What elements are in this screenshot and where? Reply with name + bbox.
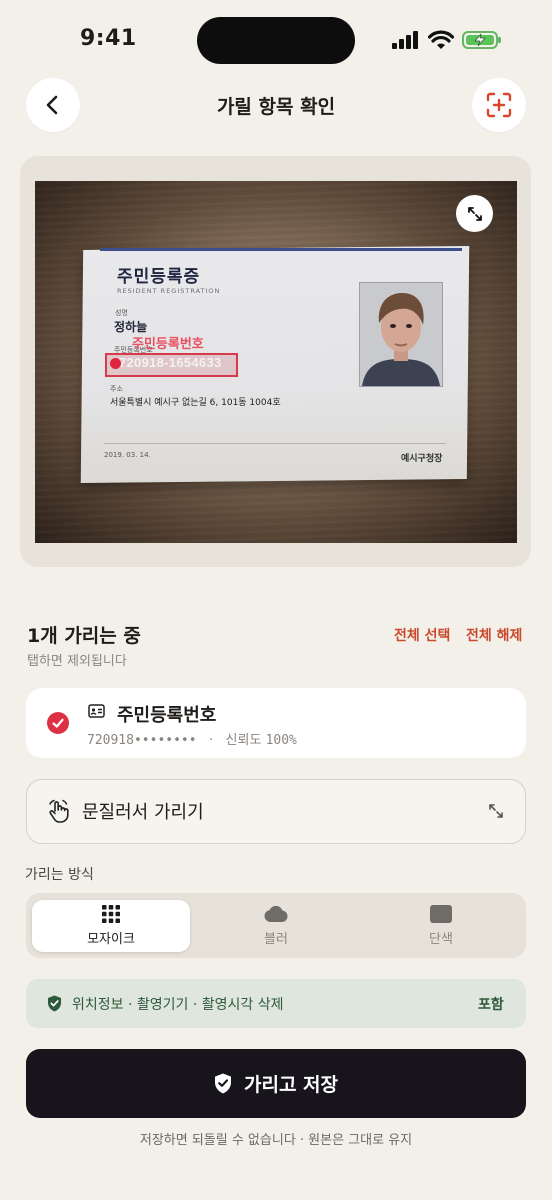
page-title: 가릴 항목 확인 (216, 96, 336, 118)
masked-value: 720918•••••••• (87, 733, 197, 748)
expand-icon (489, 804, 503, 818)
detection-label: 주민등록번호 (132, 337, 204, 352)
scan-add-button[interactable] (472, 78, 526, 132)
shield-check-icon (214, 1073, 231, 1094)
issue-date: 2019. 03. 14. (104, 451, 151, 459)
hand-swipe-icon (49, 799, 69, 823)
mask-and-save-button[interactable]: 가리고 저장 (26, 1049, 526, 1118)
wifi-icon (428, 30, 454, 49)
name-label: 성명 (115, 309, 128, 317)
mode-section-title: 가리는 방식 (25, 867, 94, 883)
cloud-blur-icon (264, 905, 288, 922)
mosaic-icon (102, 905, 120, 923)
selection-hint: 탭하면 제외됩니다 (27, 654, 127, 669)
fullscreen-button[interactable] (456, 195, 493, 232)
signal-icon (392, 31, 418, 49)
confidence-value: 100% (265, 733, 297, 748)
id-card-topline (100, 248, 462, 251)
address-value: 서울특별시 예시구 없는길 6, 101동 1004호 (110, 398, 281, 408)
solid-square-icon (430, 905, 452, 923)
expand-icon (467, 206, 482, 221)
metadata-include-tag[interactable]: 포함 (478, 994, 504, 1014)
mode-mosaic-option[interactable]: 모자이크 (32, 900, 190, 952)
metadata-text: 위치정보 · 촬영기기 · 촬영시각 삭제 (72, 997, 284, 1013)
id-portrait (359, 282, 443, 387)
rrn-value: 720918-1654633 (119, 355, 222, 370)
scan-add-icon (486, 92, 512, 118)
item-meta: 720918•••••••• · 신뢰도 100% (87, 729, 297, 748)
smudge-label: 문질러서 가리기 (82, 802, 204, 823)
confidence-label: 신뢰도 (225, 733, 262, 748)
battery-charging-icon (462, 31, 501, 49)
mask-and-save-label: 가리고 저장 (243, 1074, 338, 1096)
selection-count: 1개 가리는 중 (27, 625, 141, 647)
mode-blur-option[interactable]: 블러 (197, 900, 355, 952)
id-card-icon (88, 704, 105, 718)
id-card-title: 주민등록증 (117, 267, 201, 287)
id-card-divider (104, 443, 446, 444)
check-icon (52, 718, 64, 728)
id-card-subtitle: RESIDENT REGISTRATION (117, 287, 221, 295)
select-all-link[interactable]: 전체 선택 (394, 625, 450, 645)
item-title: 주민등록번호 (117, 705, 217, 726)
mode-mosaic-label: 모자이크 (87, 932, 135, 947)
mode-blur-label: 블러 (264, 932, 288, 947)
meta-separator: · (208, 733, 214, 748)
status-time: 9:41 (80, 26, 137, 51)
dynamic-island (197, 17, 355, 64)
mode-solid-label: 단색 (429, 932, 453, 947)
mode-solid-option[interactable]: 단색 (362, 900, 520, 952)
footnote: 저장하면 되돌릴 수 없습니다 · 원본은 그대로 유지 (139, 1133, 413, 1148)
address-label: 주소 (110, 385, 123, 393)
deselect-all-link[interactable]: 전체 해제 (466, 625, 522, 645)
checkbox-checked[interactable] (47, 712, 69, 734)
issuer: 예시구청장 (401, 454, 443, 464)
shield-check-icon (48, 995, 61, 1012)
